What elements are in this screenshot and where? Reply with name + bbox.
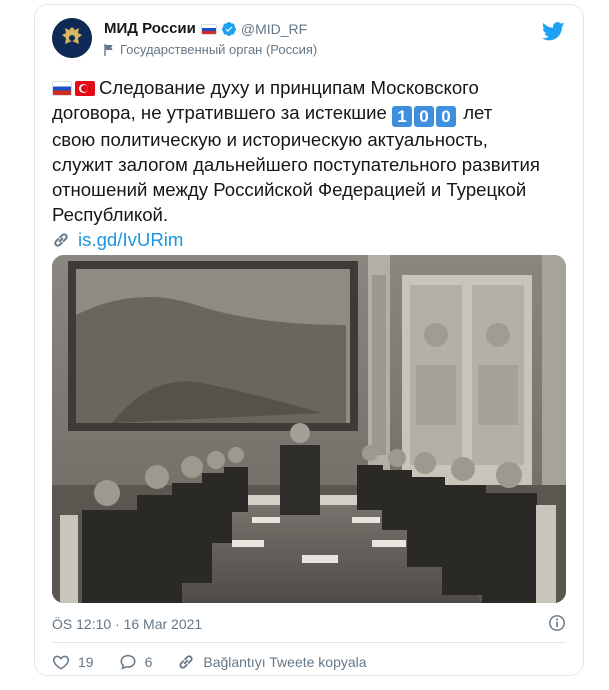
russia-flag-icon [52,81,72,96]
tweet-actions: 19 6 Bağlantıyı Tweete kopyala [52,653,392,671]
link-text[interactable]: is.gd/IvURim [78,227,183,252]
twitter-bird-icon[interactable] [542,22,565,41]
like-count: 19 [78,654,94,670]
account-label: Государственный орган (Россия) [120,42,318,57]
link-icon [179,655,193,669]
heart-icon [52,655,70,670]
government-label-flag-icon [104,43,113,56]
copy-link-label: Bağlantıyı Tweete kopyala [203,654,367,670]
reply-bubble-icon [120,654,136,670]
copy-link-button[interactable]: Bağlantıyı Tweete kopyala [177,653,367,671]
author-handle[interactable]: @MID_RF [241,20,307,38]
tweet-photo[interactable] [52,255,566,603]
tweet-line-5: отношений между Российской Федерацией и … [52,179,527,200]
tweet-line-6: Республикой. [52,204,169,225]
divider [52,642,566,643]
avatar[interactable] [52,18,92,58]
like-button[interactable]: 19 [52,653,94,671]
keycap-digit: 0 [414,106,435,127]
info-icon[interactable] [548,614,566,632]
tweet-header: МИД России @MID_RF Государственный орган… [52,16,567,62]
author-display-name[interactable]: МИД России [104,20,196,38]
tweet-text: Следование духу и принципам Московского … [52,75,572,255]
tweet-timestamp[interactable]: ÖS 12:10 · 16 Mar 2021 [52,616,202,632]
historical-meeting-photo [52,255,566,603]
tweet-card[interactable]: МИД России @MID_RF Государственный орган… [34,4,584,676]
verified-badge-icon [221,22,236,36]
keycap-digit: 1 [392,106,413,127]
link-icon [54,232,68,247]
tweet-link[interactable]: is.gd/IvURim [52,227,183,252]
turkey-flag-icon [75,81,95,96]
tweet-line-2: договора, не утратившего за истекшие [52,102,387,123]
tweet-line-4: служит залогом дальнейшего поступательно… [52,154,540,175]
tweet-line-3: свою политическую и историческую актуаль… [52,129,488,150]
reply-count: 6 [144,654,153,670]
tweet-line-1: Следование духу и принципам Московского [99,77,479,98]
reply-button[interactable]: 6 [119,653,153,671]
tweet-line-2-end: лет [463,102,493,123]
keycap-digit: 0 [436,106,457,127]
russia-flag-icon [200,23,217,35]
